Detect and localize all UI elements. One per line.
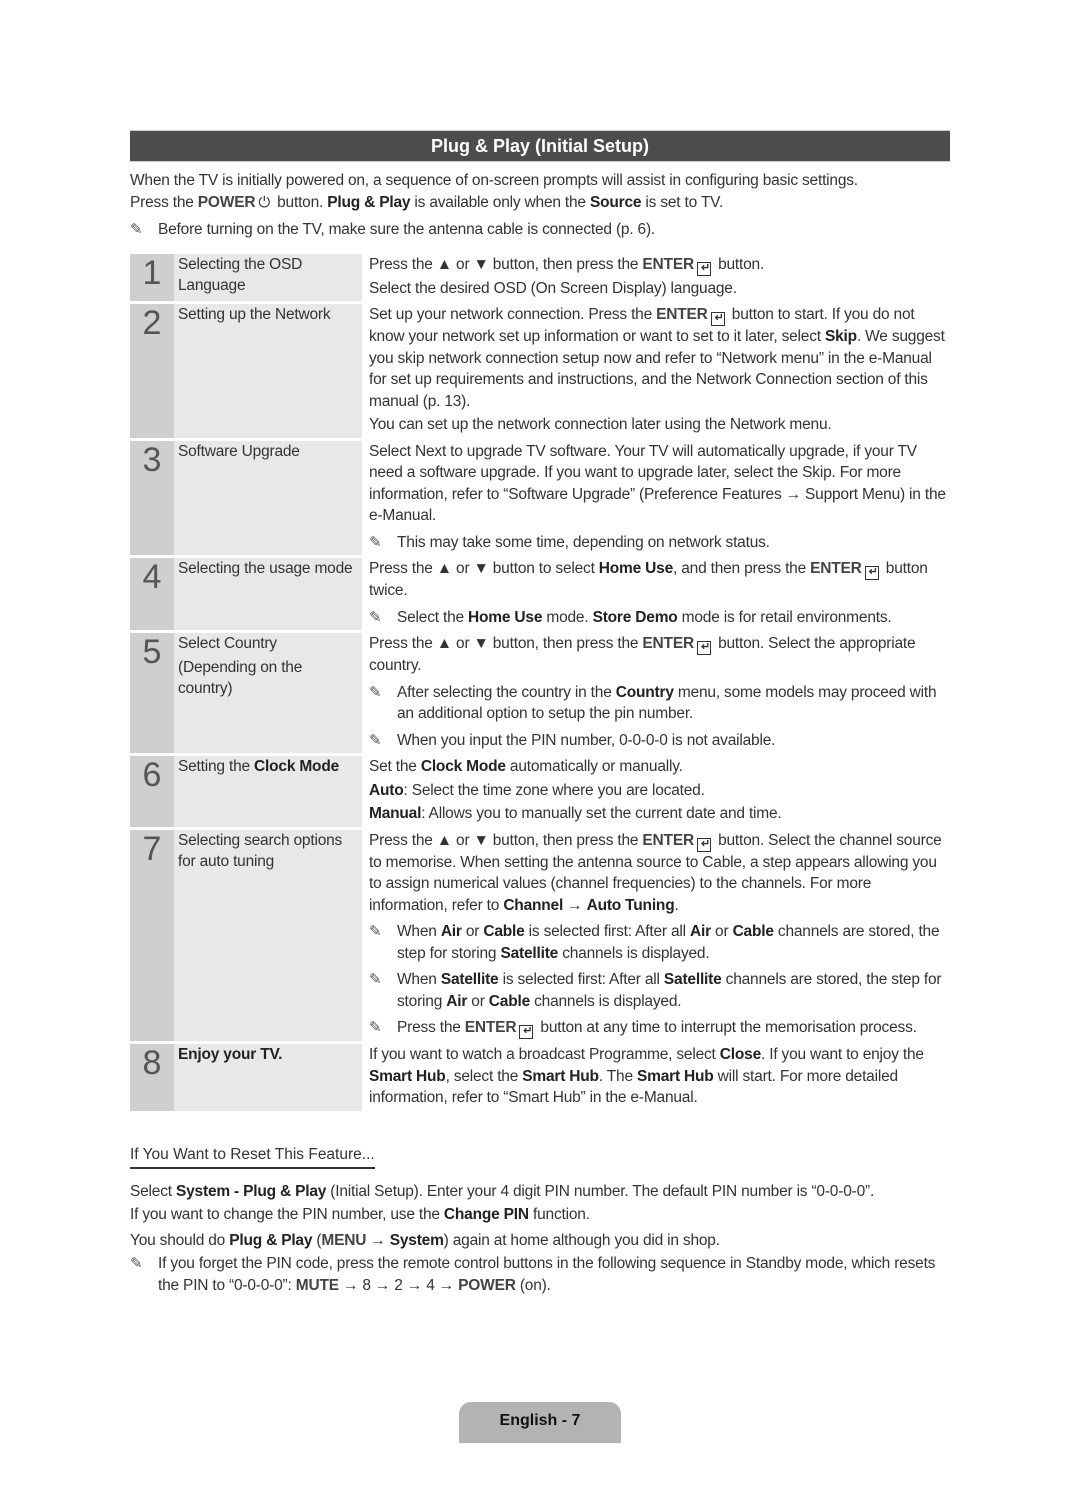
note-pencil-icon: ✎ xyxy=(369,1019,382,1036)
step-row-3: 3 Software Upgrade Select Next to upgrad… xyxy=(130,440,950,556)
step-row-4: 4 Selecting the usage mode Press the ▲ o… xyxy=(130,558,950,630)
step-description: Select Next to upgrade TV software. Your… xyxy=(362,441,950,556)
step-row-7: 7 Selecting search options for auto tuni… xyxy=(130,829,950,1041)
manual-page: Plug & Play (Initial Setup) When the TV … xyxy=(130,130,950,1296)
step-label: Selecting the usage mode xyxy=(174,558,362,630)
intro-note: ✎ Before turning on the TV, make sure the… xyxy=(130,219,950,241)
note-pencil-icon: ✎ xyxy=(369,971,382,988)
note-pencil-icon: ✎ xyxy=(369,923,382,940)
power-key: POWER xyxy=(197,193,256,211)
step-row-8: 8 Enjoy your TV. If you want to watch a … xyxy=(130,1044,950,1111)
section-title: Plug & Play (Initial Setup) xyxy=(130,130,950,162)
step-label: Select Country (Depending on the country… xyxy=(174,633,362,753)
enter-icon: ↵ xyxy=(710,312,725,326)
step-row-6: 6 Setting the Clock Mode Set the Clock M… xyxy=(130,756,950,827)
step-description: Press the ▲ or ▼ button, then press the … xyxy=(362,633,950,753)
step-description: Press the ▲ or ▼ button, then press the … xyxy=(369,255,765,297)
note-pencil-icon: ✎ xyxy=(369,533,382,551)
step-number: 2 xyxy=(130,304,174,438)
step-row-2: 2 Setting up the Network Set up your net… xyxy=(130,304,950,438)
step-number: 7 xyxy=(130,829,174,1041)
step-description: If you want to watch a broadcast Program… xyxy=(369,1046,924,1106)
note-pencil-icon: ✎ xyxy=(369,683,382,701)
step-number: 6 xyxy=(130,756,174,827)
step-row-1: 1 Selecting the OSD Language Press the ▲… xyxy=(130,253,950,301)
power-icon: ⏻ xyxy=(258,193,271,211)
steps-table: 1 Selecting the OSD Language Press the ▲… xyxy=(130,251,950,1114)
note-pencil-icon: ✎ xyxy=(369,731,382,749)
enter-icon: ↵ xyxy=(696,641,711,655)
step-label: Enjoy your TV. xyxy=(174,1044,362,1111)
step-description: Set up your network connection. Press th… xyxy=(369,306,945,433)
step-label: Setting up the Network xyxy=(174,304,362,438)
reset-heading: If You Want to Reset This Feature... xyxy=(130,1144,375,1169)
step-description: Press the ▲ or ▼ button, then press the … xyxy=(369,831,942,1039)
step-label: Software Upgrade xyxy=(174,440,362,555)
step-number: 1 xyxy=(130,253,174,301)
enter-icon: ↵ xyxy=(696,837,711,852)
step-description: Press the ▲ or ▼ button to select Home U… xyxy=(362,558,950,630)
note-pencil-icon: ✎ xyxy=(369,608,382,626)
note-pencil-icon: ✎ xyxy=(130,221,143,238)
step-number: 5 xyxy=(130,633,174,753)
step-number: 3 xyxy=(130,440,174,555)
step-number: 8 xyxy=(130,1044,174,1111)
step-row-5: 5 Select Country (Depending on the count… xyxy=(130,633,950,753)
page-number-tab: English - 7 xyxy=(459,1402,621,1443)
step-label: Selecting the OSD Language xyxy=(174,253,362,301)
step-label: Selecting search options for auto tuning xyxy=(174,829,362,1041)
step-label: Setting the Clock Mode xyxy=(174,756,362,827)
step-number: 4 xyxy=(130,558,174,630)
enter-icon: ↵ xyxy=(696,261,711,276)
reset-body: Select System - Plug & Play (Initial Set… xyxy=(130,1182,936,1294)
step-description: Set the Clock Mode automatically or manu… xyxy=(369,758,782,822)
note-pencil-icon: ✎ xyxy=(130,1255,143,1272)
enter-icon: ↵ xyxy=(519,1025,534,1039)
intro-text: When the TV is initially powered on, a s… xyxy=(130,170,950,213)
enter-icon: ↵ xyxy=(864,566,879,580)
